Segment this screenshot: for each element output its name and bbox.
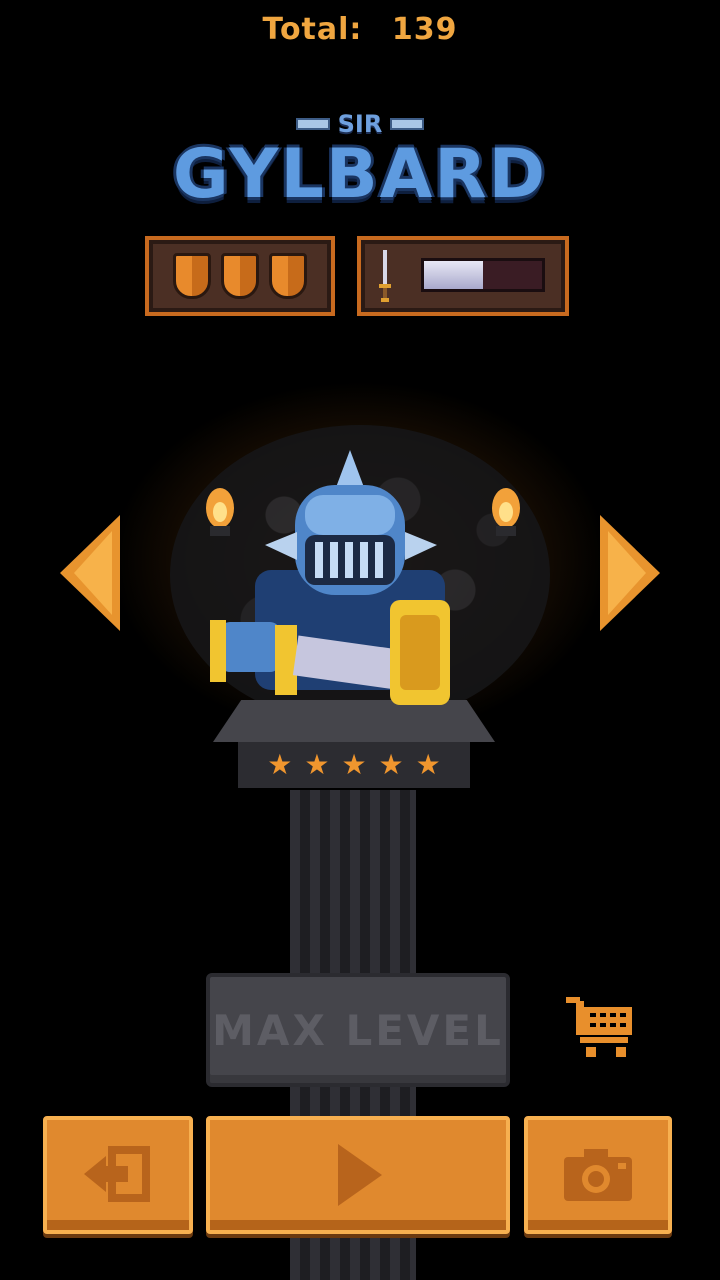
total-score: Total: 139 bbox=[0, 12, 720, 47]
shop-button[interactable] bbox=[566, 993, 634, 1059]
star-icon: ★ bbox=[378, 748, 404, 781]
title-decoration-left bbox=[295, 118, 330, 130]
upgrade-button[interactable]: MAX LEVEL bbox=[206, 973, 510, 1087]
title-prefix: SIR bbox=[337, 110, 383, 138]
play-icon bbox=[338, 1144, 382, 1206]
next-character-button[interactable] bbox=[600, 515, 660, 631]
character-title: SIR GYLBARD bbox=[0, 110, 720, 210]
title-decoration-right bbox=[390, 118, 425, 130]
prev-character-button[interactable] bbox=[60, 515, 120, 631]
defense-stat-box bbox=[145, 236, 335, 316]
knight-character bbox=[210, 450, 450, 705]
play-button[interactable] bbox=[206, 1116, 510, 1234]
shield-icon bbox=[173, 253, 211, 299]
shield-icon bbox=[269, 253, 307, 299]
star-icon: ★ bbox=[341, 748, 367, 781]
attack-stat-box bbox=[357, 236, 569, 316]
character-name: GYLBARD bbox=[172, 135, 548, 214]
star-icon: ★ bbox=[267, 748, 293, 781]
shield-icon bbox=[221, 253, 259, 299]
attack-power-bar bbox=[421, 258, 545, 292]
torch-right-icon bbox=[492, 488, 520, 536]
sword-icon bbox=[379, 250, 391, 302]
exit-button[interactable] bbox=[43, 1116, 193, 1234]
attack-power-fill bbox=[424, 261, 483, 289]
star-icon: ★ bbox=[415, 748, 441, 781]
star-icon: ★ bbox=[304, 748, 330, 781]
cart-icon bbox=[566, 997, 632, 1057]
total-label: Total: bbox=[262, 12, 363, 47]
total-value: 139 bbox=[391, 12, 458, 47]
screenshot-button[interactable] bbox=[524, 1116, 672, 1234]
level-stars: ★ ★ ★ ★ ★ bbox=[238, 742, 470, 788]
camera-icon bbox=[564, 1149, 632, 1201]
title-prefix-row: SIR bbox=[0, 110, 720, 138]
exit-icon bbox=[84, 1146, 150, 1202]
